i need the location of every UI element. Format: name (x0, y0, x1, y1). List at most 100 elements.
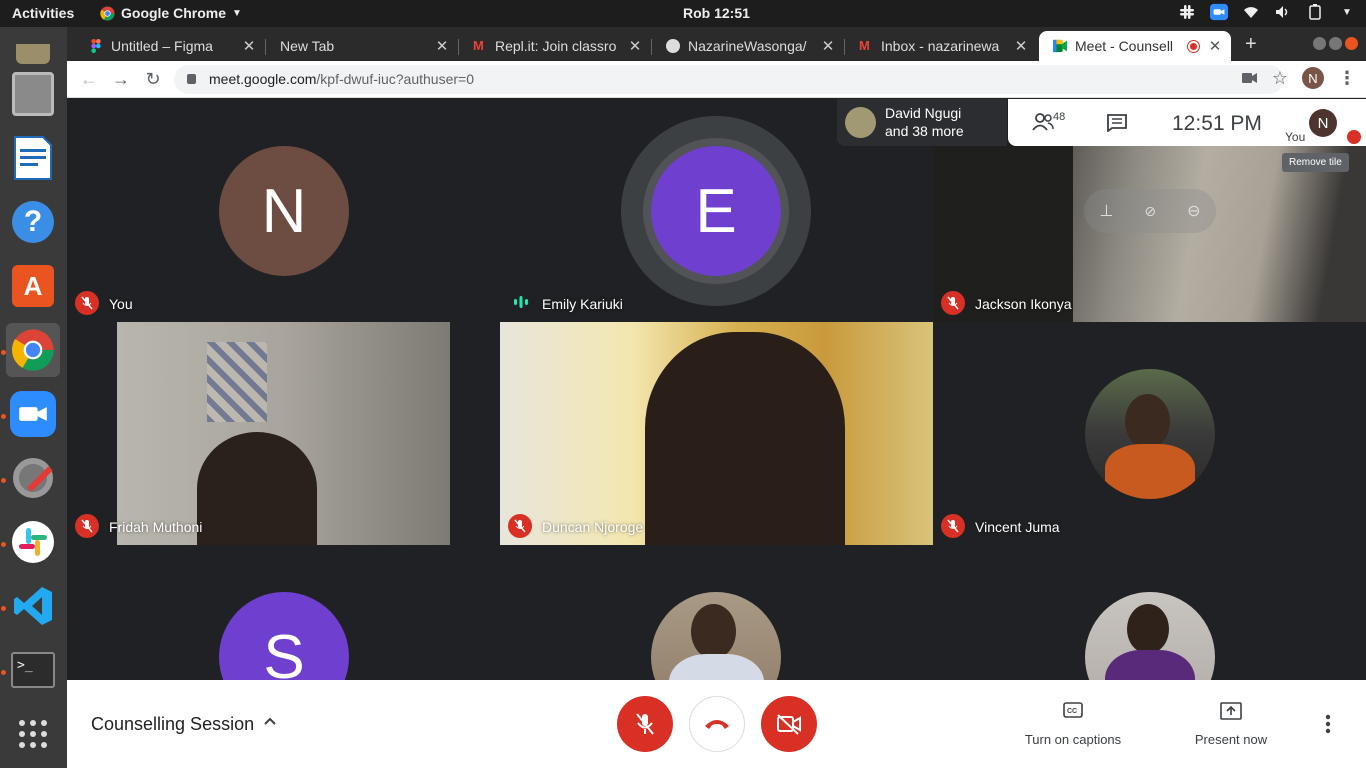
address-bar[interactable]: meet.google.com/kpf-dwuf-iuc?authuser=0 (174, 65, 1284, 94)
running-indicator (1, 670, 6, 675)
mute-participant-icon[interactable]: ⊘ (1144, 203, 1156, 220)
terminal-icon: >_ (11, 652, 55, 688)
meet-control-bar: Counselling Session CC Turn on captions … (67, 680, 1366, 768)
captions-button[interactable]: CC Turn on captions (1017, 702, 1129, 747)
video-feed (117, 322, 450, 545)
participant-tile-row3-middle[interactable] (500, 545, 933, 680)
recording-icon (1188, 40, 1199, 52)
tab-meet[interactable]: Meet - Counsell ✕ (1039, 31, 1231, 61)
remove-tile-icon[interactable]: ⊖ (1187, 201, 1200, 221)
speaker-name: David Ngugi (885, 105, 962, 121)
new-tab-button[interactable]: + (1245, 33, 1257, 56)
app-menu[interactable]: Google Chrome ▼ (100, 5, 242, 21)
dock-help[interactable]: ? (6, 195, 60, 249)
bookmark-star-icon[interactable]: ☆ (1272, 68, 1288, 89)
present-now-button[interactable]: Present now (1179, 702, 1283, 747)
participant-tile-duncan[interactable]: Duncan Njoroge (500, 322, 933, 545)
chat-icon[interactable] (1107, 114, 1127, 132)
mic-off-icon (941, 514, 965, 538)
url-host: meet.google.com (209, 71, 317, 87)
dock-files[interactable] (6, 67, 60, 121)
running-indicator (1, 606, 6, 611)
participant-tile-you[interactable]: N You (67, 99, 500, 322)
meeting-clock: 12:51 PM (1172, 112, 1262, 135)
tab-github[interactable]: NazarineWasonga/ ✕ (652, 31, 844, 61)
minimize-button[interactable] (1313, 37, 1326, 50)
participant-tile-s[interactable]: S (67, 545, 500, 680)
camera-off-icon (777, 714, 801, 735)
speaking-icon (512, 293, 530, 311)
zoom-tray-icon[interactable] (1210, 3, 1228, 21)
window-controls (1313, 37, 1358, 50)
activities-button[interactable]: Activities (12, 5, 74, 21)
close-icon[interactable]: ✕ (1011, 37, 1031, 55)
tab-inbox[interactable]: M Inbox - nazarinewa ✕ (845, 31, 1037, 61)
close-icon[interactable]: ✕ (818, 37, 838, 55)
toolbar-actions: ☆ N ⋮ (1241, 67, 1356, 89)
avatar (845, 107, 876, 138)
chevron-up-icon[interactable] (263, 714, 277, 728)
window-close-button[interactable] (1345, 37, 1358, 50)
help-icon: ? (12, 201, 54, 243)
back-button[interactable]: ← (77, 67, 101, 91)
hang-up-icon (705, 720, 729, 729)
svg-text:CC: CC (1067, 708, 1077, 715)
microphone-toggle-button[interactable] (617, 696, 673, 752)
dock-vscode[interactable] (6, 579, 60, 633)
dock-writer[interactable] (6, 131, 60, 185)
app-menu-label: Google Chrome (121, 5, 227, 21)
dock-slack[interactable] (6, 515, 60, 569)
dock-chrome[interactable] (6, 323, 60, 377)
more-vert-icon[interactable]: ⋮ (1338, 68, 1356, 89)
self-mic-off-icon (1347, 130, 1361, 144)
more-options-icon[interactable] (1325, 714, 1331, 734)
people-icon[interactable] (1032, 113, 1054, 131)
avatar: S (219, 592, 349, 680)
dock-settings[interactable] (6, 451, 60, 505)
system-tray[interactable]: ▼ (1178, 3, 1356, 21)
profile-avatar[interactable]: N (1302, 67, 1324, 89)
meeting-title[interactable]: Counselling Session (91, 714, 254, 735)
dock-show-apps[interactable] (6, 707, 60, 761)
dock-zoom[interactable] (6, 387, 60, 441)
close-icon[interactable]: ✕ (1205, 37, 1225, 55)
camera-icon[interactable] (1241, 72, 1258, 84)
present-label: Present now (1194, 732, 1268, 747)
reload-button[interactable]: ↻ (141, 67, 165, 91)
tab-new-tab[interactable]: New Tab ✕ (266, 31, 458, 61)
tab-title: NazarineWasonga/ (688, 38, 807, 54)
volume-icon (1274, 3, 1292, 21)
tab-replit[interactable]: M Repl.it: Join classro ✕ (459, 31, 651, 61)
gmail-icon: M (859, 38, 870, 53)
close-icon[interactable]: ✕ (239, 37, 259, 55)
dock-software-center[interactable]: A (6, 259, 60, 313)
participant-tile-fridah[interactable]: Fridah Muthoni (67, 322, 500, 545)
chevron-down-icon: ▼ (1342, 6, 1352, 18)
maximize-button[interactable] (1329, 37, 1342, 50)
participant-name: You (109, 296, 133, 312)
close-icon[interactable]: ✕ (432, 37, 452, 55)
tab-figma[interactable]: Untitled – Figma ✕ (75, 31, 265, 61)
pin-icon[interactable]: ⊥ (1099, 201, 1113, 221)
meeting-info-panel: 48 12:51 PM You N (1008, 99, 1366, 146)
writer-icon (14, 136, 52, 180)
browser-toolbar: ← → ↻ meet.google.com/kpf-dwuf-iuc?authu… (67, 61, 1366, 98)
participant-tile-vincent[interactable]: Vincent Juma (933, 322, 1366, 545)
active-speakers-chip[interactable]: David Ngugi and 38 more (837, 99, 1007, 146)
running-indicator (1, 542, 6, 547)
running-indicator (1, 350, 6, 355)
camera-toggle-button[interactable] (761, 696, 817, 752)
zoom-icon (10, 391, 56, 437)
self-avatar[interactable]: N (1309, 109, 1337, 137)
close-icon[interactable]: ✕ (625, 37, 645, 55)
system-clock[interactable]: Rob 12:51 (683, 5, 750, 21)
slack-tray-icon[interactable] (1178, 3, 1196, 21)
avatar-initial: E (695, 176, 737, 246)
dock-terminal[interactable]: >_ (6, 643, 60, 697)
tooltip: Remove tile (1282, 153, 1349, 172)
github-icon (666, 39, 680, 53)
leave-call-button[interactable] (689, 696, 745, 752)
mic-off-icon (941, 291, 965, 315)
participant-tile-row3-right[interactable] (933, 545, 1366, 680)
forward-button[interactable]: → (109, 67, 133, 91)
